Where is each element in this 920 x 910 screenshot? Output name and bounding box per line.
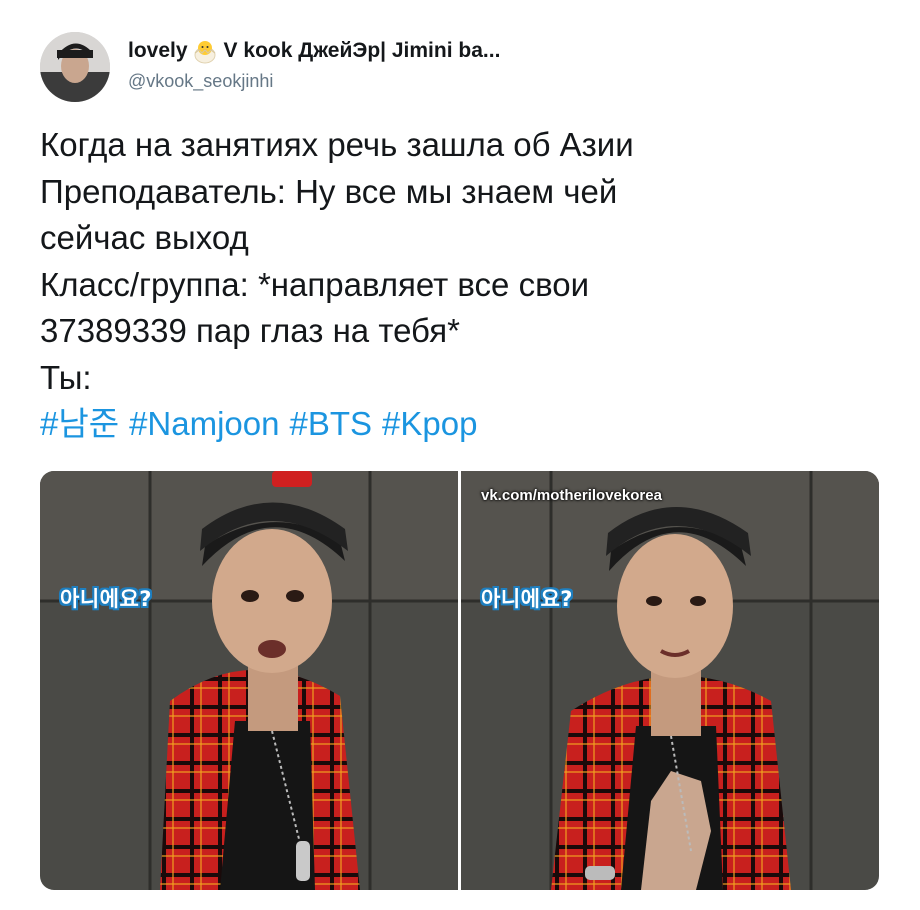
tweet-line: Класс/группа: *направляет все свои — [40, 265, 590, 303]
display-name-end: V kook ДжейЭр| Jimini ba... — [223, 39, 501, 62]
tweet-line: Когда на занятиях речь зашла об Азии — [40, 126, 634, 163]
tweet-text: Когда на занятиях речь зашла об Азии Пре… — [40, 122, 890, 448]
user-handle[interactable]: @vkook_seokjinhi — [128, 71, 273, 92]
avatar[interactable] — [40, 32, 110, 102]
subtitle-caption-left: 아니에요? — [60, 587, 152, 611]
display-name[interactable]: lovely V kook ДжейЭр| Jimini ba... — [128, 38, 500, 64]
tweet-line: сейчас выход — [40, 219, 249, 256]
display-name-start: lovely — [128, 39, 188, 62]
media-image-right[interactable]: vk.com/motherilovekorea 아니에요? — [461, 471, 879, 890]
hatching-chick-icon — [192, 38, 218, 64]
media-image-left[interactable]: 아니에요? — [40, 471, 458, 890]
hashtag-namjoon[interactable]: #Namjoon — [129, 405, 279, 442]
tweet-media[interactable]: 아니에요? vk.com/motherilovekorea 아니에요? — [40, 471, 879, 890]
hashtag-namjoon-korean[interactable]: #남준 — [40, 405, 119, 442]
tweet-line: Преподаватель: Ну все мы знаем чей — [40, 172, 618, 210]
tweet-line: Ты: — [40, 358, 92, 396]
watermark: vk.com/motherilovekorea — [481, 487, 662, 504]
tweet-line: 37389339 пар глаз на тебя* — [40, 312, 460, 349]
hashtag-row: #남준 #Namjoon #BTS #Kpop — [40, 401, 890, 448]
hashtag-kpop[interactable]: #Kpop — [382, 405, 477, 442]
subtitle-caption-right: 아니에요? — [481, 587, 573, 611]
tweet-header: lovely V kook ДжейЭр| Jimini ba... @vkoo… — [40, 28, 880, 102]
hashtag-bts[interactable]: #BTS — [290, 405, 373, 442]
